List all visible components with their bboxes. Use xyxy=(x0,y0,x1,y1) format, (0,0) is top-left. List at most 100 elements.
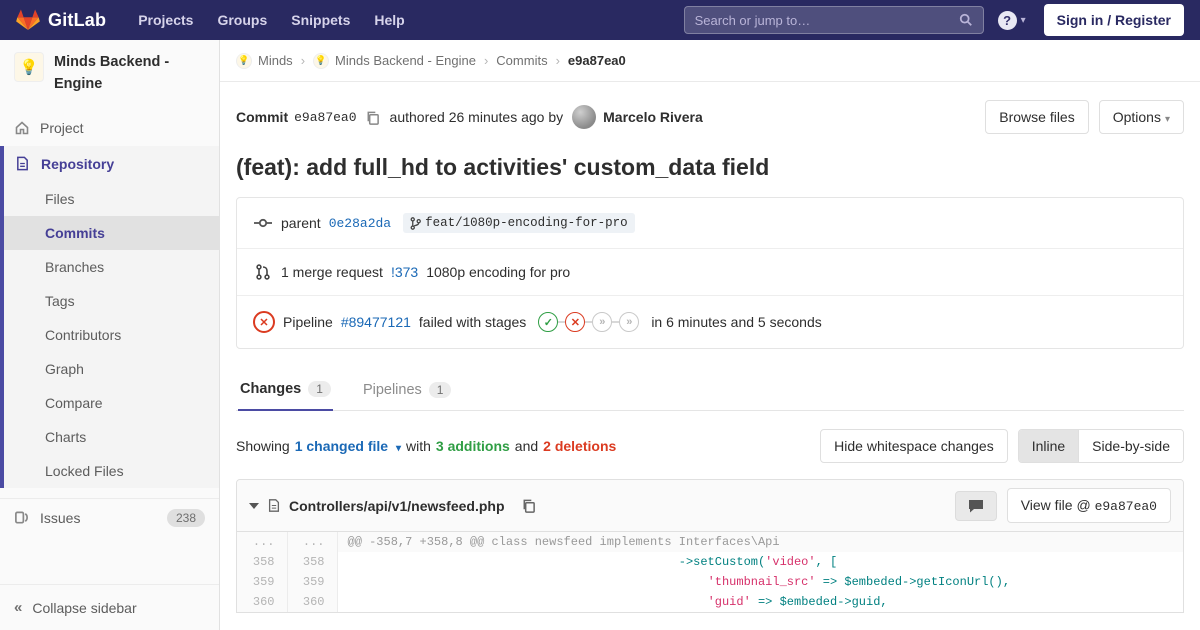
browse-files-button[interactable]: Browse files xyxy=(985,100,1088,134)
breadcrumb-item[interactable]: Commits xyxy=(496,53,547,68)
author-name[interactable]: Marcelo Rivera xyxy=(603,109,703,125)
sidebar-item-compare[interactable]: Compare xyxy=(4,386,219,420)
code-cell: 'thumbnail_src' => $embeded->getIconUrl(… xyxy=(337,572,1183,592)
main-content: 💡Minds›💡Minds Backend - Engine›Commits›e… xyxy=(220,40,1200,613)
new-line-number[interactable]: ... xyxy=(287,532,337,552)
nav-item-snippets[interactable]: Snippets xyxy=(279,12,362,28)
parent-row: parent 0e28a2da feat/1080p-encoding-for-… xyxy=(237,198,1183,248)
sidebar-item-graph[interactable]: Graph xyxy=(4,352,219,386)
gitlab-logo[interactable]: GitLab xyxy=(16,8,106,32)
merge-request-icon xyxy=(253,264,273,280)
pipeline-link[interactable]: #89477121 xyxy=(341,314,411,330)
new-line-number[interactable]: 358 xyxy=(287,552,337,572)
stage-connector xyxy=(612,321,619,323)
parent-label: parent xyxy=(281,215,321,231)
top-navbar: GitLab ProjectsGroupsSnippetsHelp ? ▾ Si… xyxy=(0,0,1200,40)
sidebar-repository-section: Repository FilesCommitsBranchesTagsContr… xyxy=(0,146,219,488)
sidebar-project-header[interactable]: 💡 Minds Backend - Engine xyxy=(0,40,219,110)
sidebar-item-locked-files[interactable]: Locked Files xyxy=(4,454,219,488)
side-by-side-view-button[interactable]: Side-by-side xyxy=(1078,430,1183,462)
file-path[interactable]: Controllers/api/v1/newsfeed.php xyxy=(289,498,505,514)
sidebar-item-repository[interactable]: Repository xyxy=(4,146,219,182)
new-line-number[interactable]: 359 xyxy=(287,572,337,592)
stage-connector xyxy=(585,321,592,323)
collapse-icon: « xyxy=(14,599,22,616)
commit-meta-row: Commit e9a87ea0 authored 26 minutes ago … xyxy=(236,100,1184,134)
breadcrumb-item[interactable]: 💡Minds Backend - Engine xyxy=(313,53,476,69)
tab-changes[interactable]: Changes 1 xyxy=(238,371,333,411)
author-avatar[interactable] xyxy=(572,105,596,129)
sidebar-item-charts[interactable]: Charts xyxy=(4,420,219,454)
parent-sha-link[interactable]: 0e28a2da xyxy=(329,216,391,231)
stage-connector xyxy=(558,321,565,323)
sidebar-item-label: Repository xyxy=(41,156,114,172)
comment-icon xyxy=(968,499,984,513)
nav-item-projects[interactable]: Projects xyxy=(126,12,205,28)
changed-files-dropdown[interactable]: 1 changed file ▾ xyxy=(295,438,401,454)
sidebar-item-project[interactable]: Project xyxy=(0,110,219,146)
inline-view-button[interactable]: Inline xyxy=(1019,430,1078,462)
caret-down-icon: ▾ xyxy=(1165,114,1170,125)
copy-path-icon[interactable] xyxy=(521,498,536,513)
breadcrumb-item[interactable]: 💡Minds xyxy=(236,53,293,69)
merge-request-row: 1 merge request !373 1080p encoding for … xyxy=(237,248,1183,295)
breadcrumb: 💡Minds›💡Minds Backend - Engine›Commits›e… xyxy=(220,40,1200,82)
view-file-button[interactable]: View file @ e9a87ea0 xyxy=(1007,488,1171,523)
deletions-count: 2 deletions xyxy=(543,438,616,454)
old-line-number[interactable]: 360 xyxy=(237,592,287,612)
new-line-number[interactable]: 360 xyxy=(287,592,337,612)
breadcrumb-separator-icon: › xyxy=(301,53,305,68)
pipeline-stage-success-icon[interactable]: ✓ xyxy=(538,312,558,332)
breadcrumb-item[interactable]: e9a87ea0 xyxy=(568,53,626,68)
old-line-number[interactable]: ... xyxy=(237,532,287,552)
pipeline-stage-skipped-icon[interactable]: » xyxy=(619,312,639,332)
collapse-file-icon[interactable] xyxy=(249,503,259,509)
with-label: with xyxy=(406,438,431,454)
old-line-number[interactable]: 359 xyxy=(237,572,287,592)
search-input[interactable] xyxy=(695,13,959,28)
merge-request-text: 1 merge request xyxy=(281,264,383,280)
pipeline-stage-skipped-icon[interactable]: » xyxy=(592,312,612,332)
sign-in-button[interactable]: Sign in / Register xyxy=(1044,4,1184,36)
sidebar-item-tags[interactable]: Tags xyxy=(4,284,219,318)
code-cell: @@ -358,7 +358,8 @@ class newsfeed imple… xyxy=(337,532,1183,552)
options-dropdown[interactable]: Options▾ xyxy=(1099,100,1184,134)
authored-text: authored 26 minutes ago by xyxy=(390,109,564,125)
commit-info-box: parent 0e28a2da feat/1080p-encoding-for-… xyxy=(236,197,1184,349)
changes-count-badge: 1 xyxy=(308,381,331,397)
sidebar-item-commits[interactable]: Commits xyxy=(4,216,219,250)
merge-request-title: 1080p encoding for pro xyxy=(426,264,570,280)
old-line-number[interactable]: 358 xyxy=(237,552,287,572)
branch-badge[interactable]: feat/1080p-encoding-for-pro xyxy=(403,213,635,233)
search-box[interactable] xyxy=(684,6,984,34)
view-mode-group: Inline Side-by-side xyxy=(1018,429,1184,463)
sidebar-item-files[interactable]: Files xyxy=(4,182,219,216)
file-icon xyxy=(267,498,281,513)
pipeline-failed-icon[interactable]: ✕ xyxy=(253,311,275,333)
sidebar-item-issues[interactable]: Issues 238 xyxy=(0,498,219,537)
nav-item-groups[interactable]: Groups xyxy=(205,12,279,28)
comment-button[interactable] xyxy=(955,491,997,521)
collapse-sidebar-button[interactable]: « Collapse sidebar xyxy=(0,584,219,630)
repo-submenu: FilesCommitsBranchesTagsContributorsGrap… xyxy=(4,182,219,488)
diff-table-body: ......@@ -358,7 +358,8 @@ class newsfeed… xyxy=(237,532,1183,612)
sidebar-item-branches[interactable]: Branches xyxy=(4,250,219,284)
sidebar-item-contributors[interactable]: Contributors xyxy=(4,318,219,352)
hide-whitespace-button[interactable]: Hide whitespace changes xyxy=(820,429,1008,463)
pipeline-stage-failed-icon[interactable]: ✕ xyxy=(565,312,585,332)
tabs: Changes 1 Pipelines 1 xyxy=(236,371,1184,411)
code-cell: ->setCustom('video', [ xyxy=(337,552,1183,572)
project-title: Minds Backend - Engine xyxy=(54,52,205,96)
caret-down-icon: ▾ xyxy=(396,443,401,454)
tab-pipelines[interactable]: Pipelines 1 xyxy=(361,371,454,410)
merge-request-link[interactable]: !373 xyxy=(391,264,418,280)
and-label: and xyxy=(515,438,538,454)
sidebar-item-label: Issues xyxy=(40,510,80,526)
copy-icon[interactable] xyxy=(365,110,380,125)
breadcrumb-separator-icon: › xyxy=(484,53,488,68)
file-header: Controllers/api/v1/newsfeed.php View fil… xyxy=(237,480,1183,532)
help-menu[interactable]: ? ▾ xyxy=(998,11,1026,30)
sidebar: 💡 Minds Backend - Engine Project Reposit… xyxy=(0,40,220,630)
help-icon: ? xyxy=(998,11,1017,30)
nav-item-help[interactable]: Help xyxy=(362,12,416,28)
